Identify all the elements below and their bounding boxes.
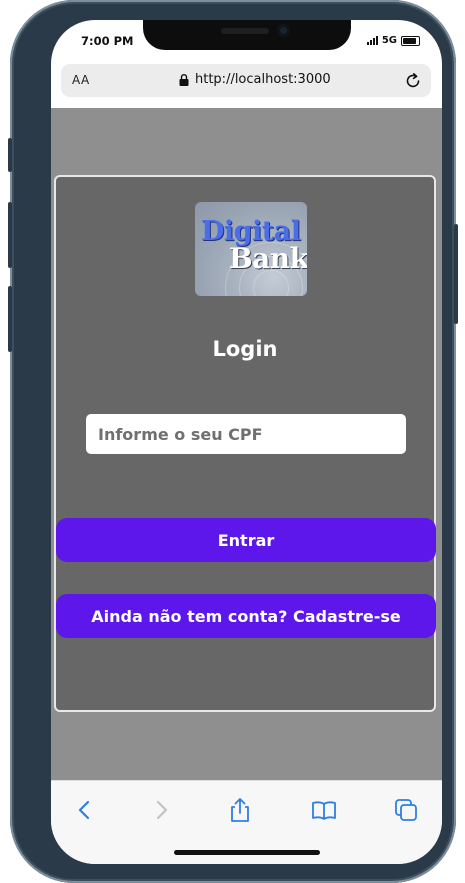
power-button [454,224,458,324]
signal-icon [366,36,378,45]
notch [143,20,351,50]
front-camera [277,24,290,37]
home-indicator[interactable] [174,850,320,855]
status-time: 7:00 PM [81,34,134,48]
network-type: 5G [381,35,397,46]
reload-icon[interactable] [404,72,422,90]
digital-bank-logo: Digital Bank [195,202,307,296]
battery-icon [401,35,420,46]
screen: 7:00 PM 5G AA http://localhost:3000 Digi… [51,20,442,864]
volume-down-button [8,286,12,352]
text-size-button[interactable]: AA [72,73,90,87]
address-bar[interactable]: AA http://localhost:3000 [61,64,431,97]
tabs-icon[interactable] [393,797,419,823]
login-title: Login [212,337,278,361]
logo-text-bank: Bank [229,242,307,275]
lock-icon [179,74,189,86]
speaker [221,28,269,34]
phone-frame: 7:00 PM 5G AA http://localhost:3000 Digi… [8,0,458,883]
bookmarks-icon[interactable] [311,797,337,823]
login-button[interactable]: Entrar [56,518,436,562]
back-icon[interactable] [72,797,98,823]
url-text[interactable]: http://localhost:3000 [195,72,331,87]
forward-icon[interactable] [148,797,174,823]
cpf-input[interactable] [86,414,406,454]
mute-switch [8,138,12,172]
login-card: Digital Bank Login Entrar Ainda não tem … [54,175,436,712]
register-button[interactable]: Ainda não tem conta? Cadastre-se [56,594,436,638]
web-page: Digital Bank Login Entrar Ainda não tem … [51,108,442,780]
status-indicators: 5G [366,35,420,46]
volume-up-button [8,202,12,268]
share-icon[interactable] [227,797,253,823]
